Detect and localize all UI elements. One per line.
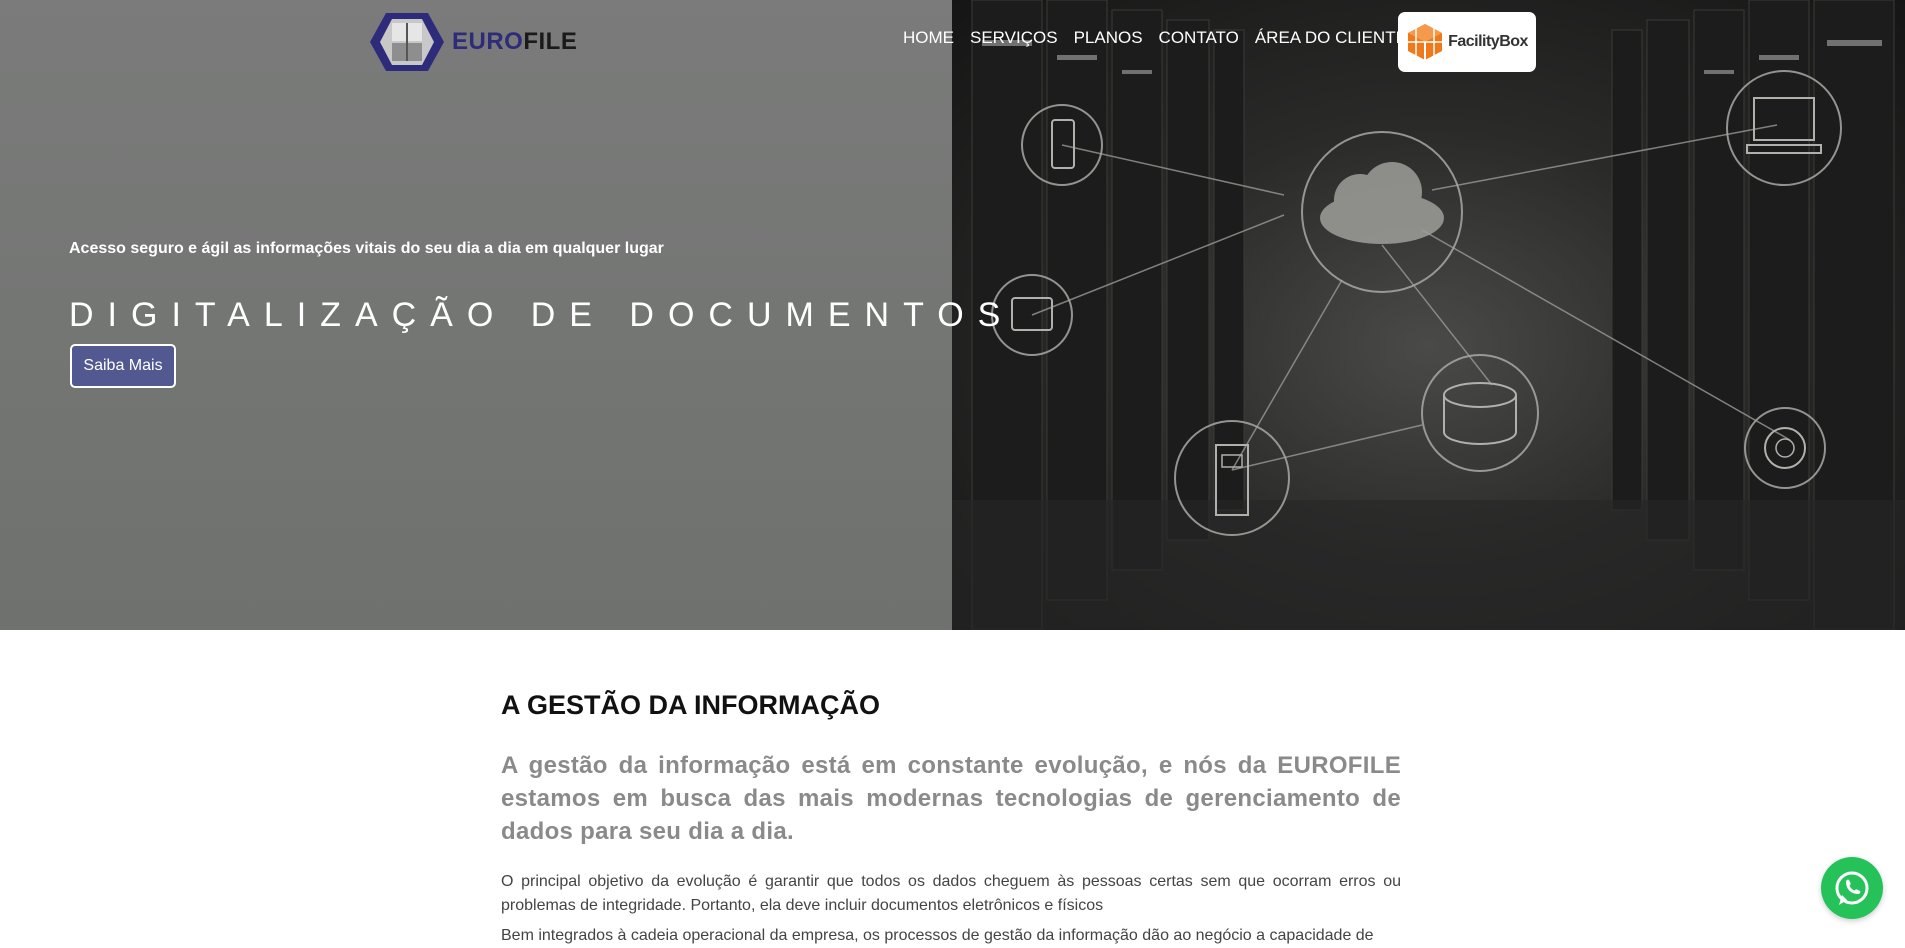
nav-servicos[interactable]: SERVIÇOS	[970, 28, 1058, 48]
hero-tagline: Acesso seguro e ágil as informações vita…	[69, 240, 664, 257]
server-network-illustration	[952, 0, 1905, 630]
saiba-mais-button[interactable]: Saiba Mais	[70, 344, 176, 388]
site-logo[interactable]: EUROFILE	[370, 8, 577, 76]
section-title: A GESTÃO DA INFORMAÇÃO	[501, 690, 880, 720]
nav-area-do-cliente[interactable]: ÁREA DO CLIENTE	[1255, 28, 1407, 48]
nav-planos[interactable]: PLANOS	[1074, 28, 1143, 48]
logo-wordmark: EUROFILE	[452, 28, 577, 56]
section-lead: A gestão da informação está em constante…	[501, 752, 1401, 845]
gestao-section: A GESTÃO DA INFORMAÇÃO A gestão da infor…	[501, 690, 1401, 948]
facilitybox-cube-icon	[1408, 24, 1443, 60]
hero-image	[952, 0, 1905, 630]
main-nav: HOME SERVIÇOS PLANOS CONTATO ÁREA DO CLI…	[903, 28, 1423, 48]
hero-banner: EUROFILE HOME SERVIÇOS PLANOS CONTATO ÁR…	[0, 0, 1905, 630]
logo-file-text: FILE	[523, 28, 578, 55]
section-paragraph-1: O principal objetivo da evolução é garan…	[501, 873, 1401, 914]
whatsapp-icon	[1835, 871, 1869, 905]
nav-home[interactable]: HOME	[903, 28, 954, 48]
nav-contato[interactable]: CONTATO	[1159, 28, 1239, 48]
facilitybox-label: FacilityBox	[1448, 33, 1528, 50]
eurofile-logo-icon	[370, 13, 444, 71]
facilitybox-button[interactable]: FacilityBox	[1398, 12, 1536, 72]
section-paragraph-2: Bem integrados à cadeia operacional da e…	[501, 927, 1374, 944]
whatsapp-button[interactable]	[1821, 857, 1883, 919]
logo-euro-text: EURO	[452, 28, 524, 55]
hero-headline: DIGITALIZAÇÃO DE DOCUMENTOS	[69, 295, 1015, 334]
